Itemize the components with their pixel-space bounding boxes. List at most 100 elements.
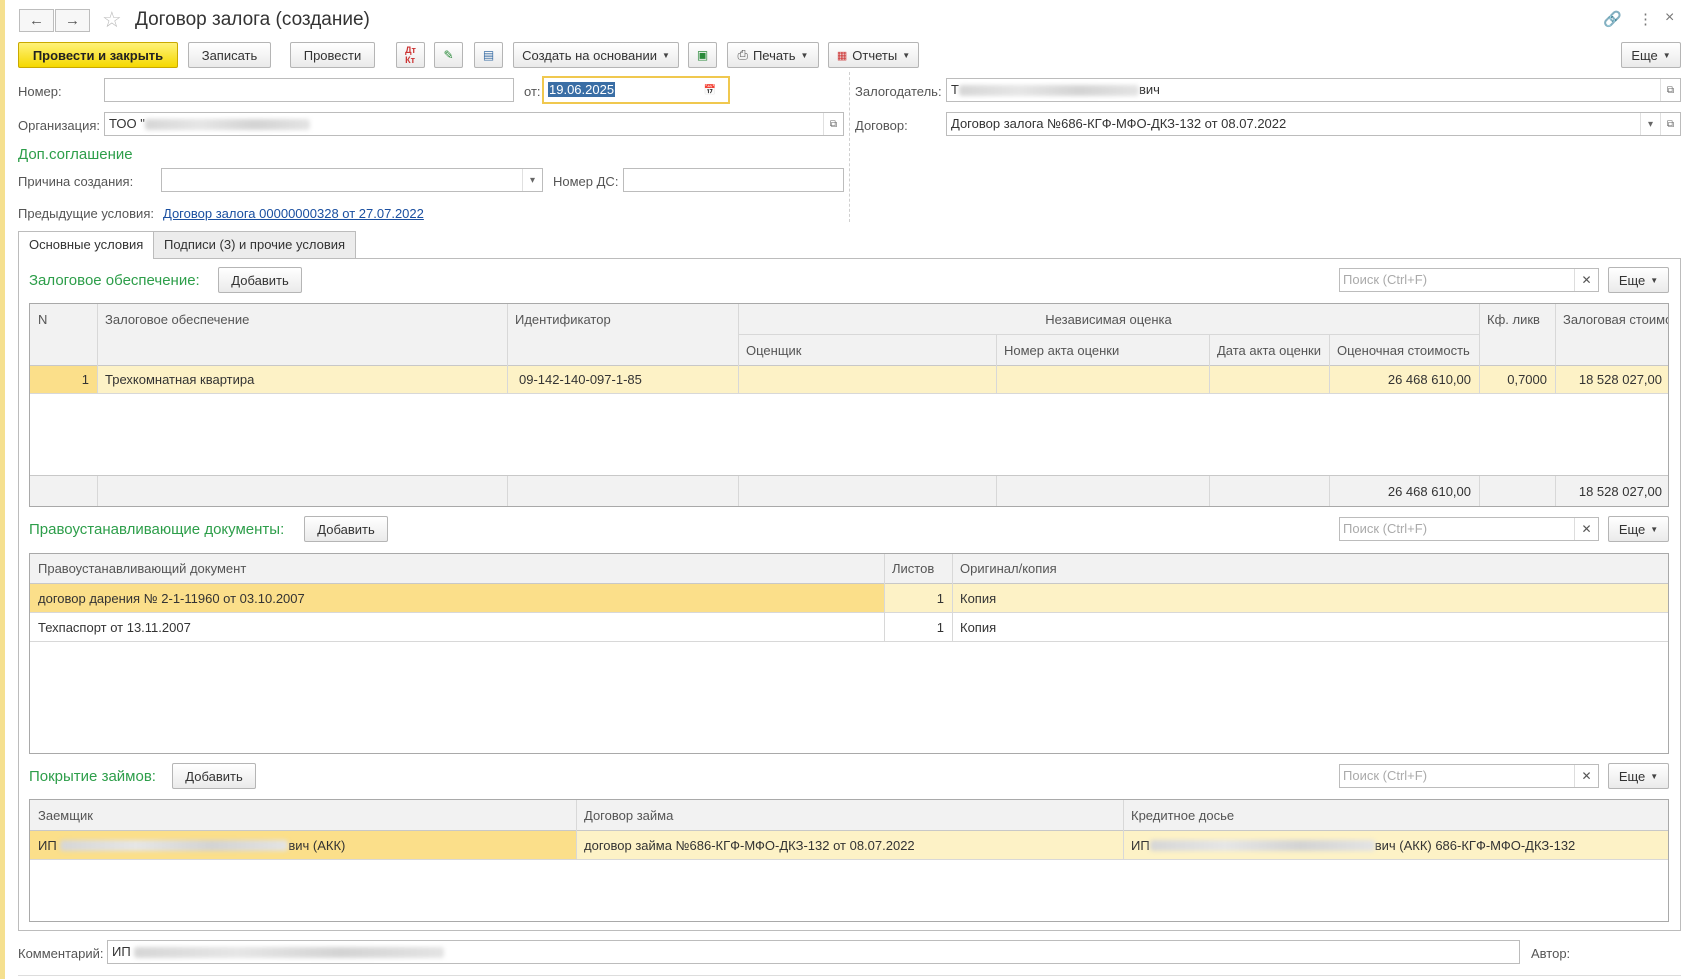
col-loan-contract[interactable]: Договор займа [576, 800, 1123, 830]
prev-conditions-label: Предыдущие условия: [18, 206, 154, 221]
comment-field[interactable]: ИП [107, 940, 1520, 964]
cell-act-date[interactable] [1209, 366, 1329, 393]
grid-line [507, 476, 508, 506]
chevron-down-icon[interactable]: ▾ [1640, 113, 1660, 135]
col-estimated-value[interactable]: Оценочная стоимость [1329, 335, 1479, 365]
tab-signatures[interactable]: Подписи (3) и прочие условия [153, 231, 357, 258]
cell-document[interactable]: Техпаспорт от 13.11.2007 [30, 613, 884, 641]
cell-estimated-value[interactable]: 26 468 610,00 [1329, 366, 1479, 393]
col-act-number[interactable]: Номер акта оценки [996, 335, 1209, 365]
collateral-table: N Залоговое обеспечение Идентификатор Не… [29, 303, 1669, 507]
col-borrower[interactable]: Заемщик [30, 800, 576, 830]
report-button[interactable]: ▣ [688, 42, 717, 68]
grid-line [1479, 304, 1480, 394]
cell-appraiser[interactable] [738, 366, 996, 393]
col-collateral[interactable]: Залоговое обеспечение [97, 304, 507, 334]
structure-button[interactable]: ▤ [474, 42, 503, 68]
cell-sheets[interactable]: 1 [884, 613, 952, 641]
reports-button[interactable]: ▦ Отчеты ▼ [828, 42, 919, 68]
number-field[interactable] [104, 78, 514, 102]
pencil-icon: ✎ [443, 48, 454, 62]
date-value: 19.06.2025 [548, 82, 616, 97]
grid-line [97, 304, 98, 394]
more-button[interactable]: Еще ▼ [1621, 42, 1681, 68]
cell-document[interactable]: договор дарения № 2-1-11960 от 03.10.200… [30, 584, 884, 612]
open-icon[interactable]: ⧉ [1660, 113, 1680, 135]
collateral-add-button[interactable]: Добавить [218, 267, 302, 293]
credit-prefix: ИП [1131, 837, 1150, 853]
cell-borrower[interactable]: ИП вич (АКК) [30, 831, 576, 859]
reason-select[interactable]: ▾ [161, 168, 543, 192]
col-sheets[interactable]: Листов [884, 554, 952, 583]
cell-liquidity[interactable]: 0,7000 [1479, 366, 1555, 393]
clear-icon[interactable]: ✕ [1574, 518, 1598, 540]
print-button[interactable]: ⎙ Печать ▼ [727, 42, 819, 68]
chevron-down-icon: ▼ [661, 50, 670, 60]
title-docs-add-button[interactable]: Добавить [304, 516, 388, 542]
col-liquidity[interactable]: Кф. ликв [1479, 304, 1555, 334]
col-credit-file[interactable]: Кредитное досье [1123, 800, 1668, 830]
organization-field[interactable]: ТОО " ⧉ [104, 112, 844, 136]
col-act-date[interactable]: Дата акта оценки [1209, 335, 1329, 365]
pledgor-field[interactable]: Твич ⧉ [946, 78, 1681, 102]
calendar-icon[interactable]: 📅 [700, 78, 720, 102]
title-docs-more-button[interactable]: Еще ▼ [1608, 516, 1669, 542]
cell-original-copy[interactable]: Копия [952, 584, 1668, 612]
chevron-down-icon: ▼ [1650, 275, 1659, 285]
chevron-down-icon: ▼ [800, 50, 809, 60]
collateral-more-button[interactable]: Еще ▼ [1608, 267, 1669, 293]
loans-add-button[interactable]: Добавить [172, 763, 256, 789]
cell-pledge-value[interactable]: 18 528 027,00 [1555, 366, 1668, 393]
arrow-right-icon: → [65, 12, 80, 29]
grid-line [1329, 335, 1330, 394]
col-pledge-value[interactable]: Залоговая стоимость [1555, 304, 1668, 334]
ds-number-field[interactable] [623, 168, 844, 192]
cell-collateral[interactable]: Трехкомнатная квартира [97, 366, 507, 393]
create-based-on-label: Создать на основании [522, 47, 657, 63]
col-original-copy[interactable]: Оригинал/копия [952, 554, 1668, 583]
contract-field[interactable]: Договор залога №686-КГФ-МФО-ДКЗ-132 от 0… [946, 112, 1681, 136]
loans-title: Покрытие займов: [29, 768, 156, 785]
prev-conditions-link[interactable]: Договор залога 00000000328 от 27.07.2022 [163, 206, 424, 221]
back-button[interactable]: ← [19, 9, 54, 32]
cell-original-copy[interactable]: Копия [952, 613, 1668, 641]
print-label: Печать [752, 47, 796, 63]
link-icon[interactable]: 🔗 [1603, 10, 1622, 28]
cell-act-number[interactable] [996, 366, 1209, 393]
save-button[interactable]: Записать [188, 42, 271, 68]
cell-n[interactable]: 1 [30, 366, 97, 393]
collateral-search-input[interactable]: Поиск (Ctrl+F) ✕ [1339, 268, 1599, 292]
title-docs-search-input[interactable]: Поиск (Ctrl+F) ✕ [1339, 517, 1599, 541]
report-icon: ▣ [696, 48, 709, 62]
favorite-star-icon[interactable]: ☆ [102, 7, 122, 33]
open-icon[interactable]: ⧉ [823, 113, 843, 135]
grid-line [1329, 476, 1330, 506]
more-label: Еще [1618, 521, 1646, 537]
clear-icon[interactable]: ✕ [1574, 765, 1598, 787]
col-appraiser[interactable]: Оценщик [738, 335, 996, 365]
tab-main-conditions[interactable]: Основные условия [18, 231, 155, 259]
cell-loan-contract[interactable]: договор займа №686-КГФ-МФО-ДКЗ-132 от 08… [576, 831, 1123, 859]
loans-search-input[interactable]: Поиск (Ctrl+F) ✕ [1339, 764, 1599, 788]
create-based-on-button[interactable]: Создать на основании ▼ [513, 42, 679, 68]
col-document[interactable]: Правоустанавливающий документ [30, 554, 884, 583]
grid-line [30, 859, 1668, 860]
date-field[interactable]: 19.06.2025 📅 [542, 76, 730, 104]
forward-button[interactable]: → [55, 9, 90, 32]
open-icon[interactable]: ⧉ [1660, 79, 1680, 101]
col-identifier[interactable]: Идентификатор [507, 304, 738, 334]
dt-kt-button[interactable]: Дт Кт [396, 42, 425, 68]
more-vertical-icon[interactable]: ⋮ [1638, 10, 1653, 28]
cell-sheets[interactable]: 1 [884, 584, 952, 612]
close-icon[interactable]: × [1665, 9, 1674, 27]
edit-movements-button[interactable]: ✎ [434, 42, 463, 68]
post-button[interactable]: Провести [290, 42, 375, 68]
cell-identifier[interactable]: 09-142-140-097-1-85 [507, 366, 738, 393]
chevron-down-icon[interactable]: ▾ [522, 169, 542, 191]
post-and-close-button[interactable]: Провести и закрыть [18, 42, 178, 68]
clear-icon[interactable]: ✕ [1574, 269, 1598, 291]
cell-credit-file[interactable]: ИП вич (АКК) 686-КГФ-МФО-ДКЗ-132 [1123, 831, 1668, 859]
grid-line [952, 554, 953, 642]
loans-more-button[interactable]: Еще ▼ [1608, 763, 1669, 789]
col-n[interactable]: N [30, 304, 97, 334]
